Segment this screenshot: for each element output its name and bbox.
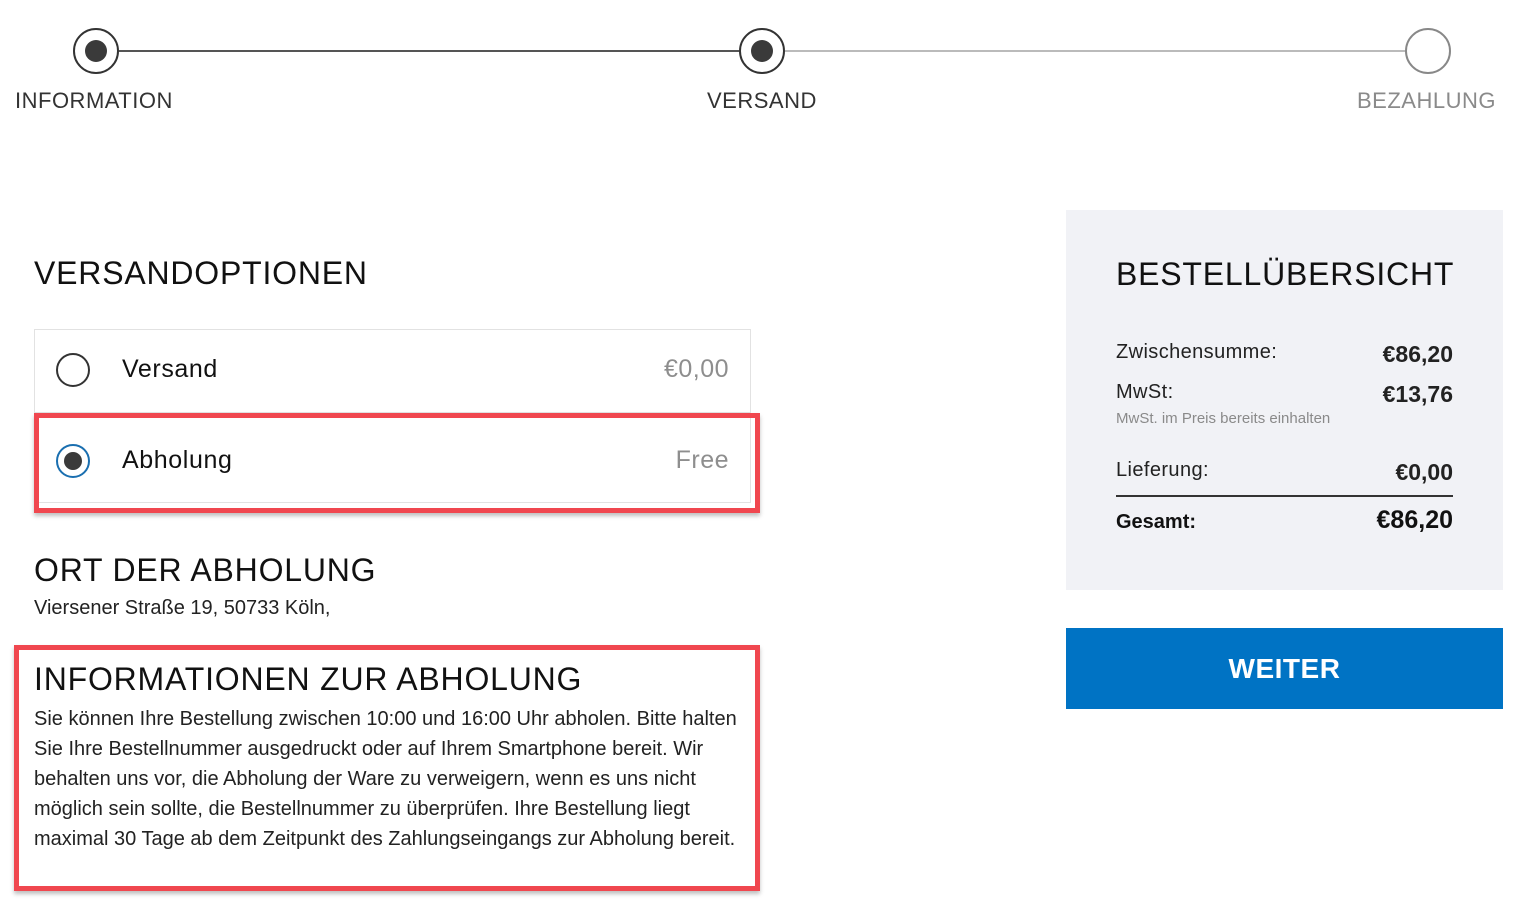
shipping-option-versand-label: Versand <box>122 355 218 383</box>
pickup-address: Viersener Straße 19, 50733 Köln, <box>34 597 331 619</box>
summary-divider <box>1116 495 1453 497</box>
delivery-value: €0,00 <box>1395 459 1453 485</box>
vat-note: MwSt. im Preis bereits einhalten <box>1116 410 1331 427</box>
shipping-option-versand[interactable]: Versand €0,00 <box>34 329 751 413</box>
shipping-option-abholung-label: Abholung <box>122 446 233 474</box>
vat-label: MwSt: <box>1116 381 1174 403</box>
subtotal-label: Zwischensumme: <box>1116 341 1278 363</box>
next-button[interactable]: WEITER <box>1066 628 1503 709</box>
total-label: Gesamt: <box>1116 511 1197 533</box>
pickup-info-title: INFORMATIONEN ZUR ABHOLUNG <box>34 661 583 697</box>
checkout-stepper: INFORMATION VERSAND BEZAHLUNG <box>0 0 1520 130</box>
step-versand-label: VERSAND <box>707 88 817 113</box>
shipping-option-abholung[interactable]: Abholung Free <box>34 420 751 504</box>
step-versand-indicator[interactable] <box>739 28 785 74</box>
pickup-location-title: ORT DER ABHOLUNG <box>34 552 377 588</box>
order-summary: BESTELLÜBERSICHT Zwischensumme: €86,20 M… <box>1066 210 1503 590</box>
step-information-indicator[interactable] <box>73 28 119 74</box>
pickup-info-text: Sie können Ihre Bestellung zwischen 10:0… <box>34 708 737 850</box>
step-bezahlung-indicator <box>1405 28 1451 74</box>
delivery-label: Lieferung: <box>1116 459 1209 481</box>
step-bezahlung-label: BEZAHLUNG <box>1357 88 1496 113</box>
radio-abholung[interactable] <box>56 444 90 478</box>
shipping-options-title: VERSANDOPTIONEN <box>34 255 368 291</box>
subtotal-value: €86,20 <box>1382 341 1453 367</box>
step-information-label[interactable]: INFORMATION <box>15 88 173 114</box>
order-summary-title: BESTELLÜBERSICHT <box>1116 256 1455 292</box>
vat-value: €13,76 <box>1382 381 1453 407</box>
shipping-option-versand-price: €0,00 <box>663 355 729 383</box>
total-value: €86,20 <box>1376 506 1453 534</box>
stepper-line-pending <box>785 50 1406 52</box>
stepper-line-completed <box>119 50 740 52</box>
radio-versand[interactable] <box>56 353 90 387</box>
shipping-option-abholung-price: Free <box>675 446 729 474</box>
